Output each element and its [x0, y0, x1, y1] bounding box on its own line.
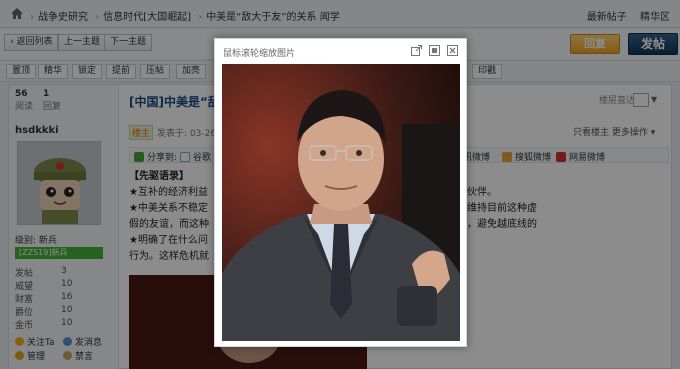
image-viewer-dialog: 鼠标滚轮缩放图片 — [214, 38, 467, 347]
restore-size-icon[interactable] — [429, 45, 440, 56]
zoomed-image[interactable] — [222, 64, 460, 341]
close-icon[interactable] — [447, 45, 458, 56]
dialog-title: 鼠标滚轮缩放图片 — [223, 49, 296, 59]
man-in-suit-portrait-icon — [222, 64, 460, 341]
open-in-new-icon[interactable] — [411, 45, 422, 56]
